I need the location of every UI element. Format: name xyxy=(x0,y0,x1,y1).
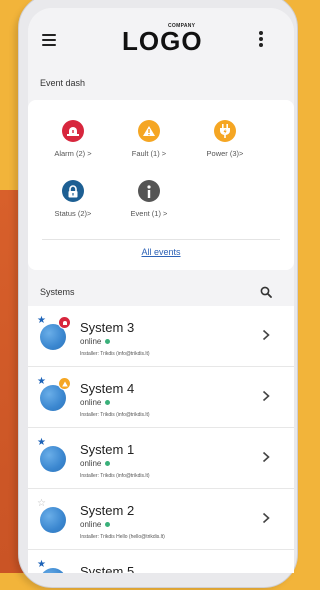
info-icon xyxy=(138,180,160,202)
system-status: online xyxy=(80,398,111,407)
system-name: System 3 xyxy=(80,320,135,335)
system-name: System 2 xyxy=(80,503,135,518)
online-dot xyxy=(105,522,111,528)
system-status: online xyxy=(80,520,111,529)
search-icon[interactable] xyxy=(260,285,272,298)
event-status[interactable]: Status (2)> xyxy=(38,180,108,218)
system-row[interactable]: ★ System 5 xyxy=(28,550,294,573)
event-dash-card: Alarm (2) > Fault (1) > Power (3)> Statu… xyxy=(28,100,294,270)
system-status: online xyxy=(80,337,111,346)
online-dot xyxy=(105,339,111,345)
system-status: online xyxy=(80,459,111,468)
system-avatar xyxy=(40,446,66,472)
event-event-label: Event (1) > xyxy=(130,209,168,218)
event-fault-label: Fault (1) > xyxy=(131,149,167,158)
star-outline-icon[interactable]: ☆ xyxy=(37,499,46,509)
event-dash-title: Event dash xyxy=(40,78,86,88)
event-status-label: Status (2)> xyxy=(54,209,92,218)
star-filled-icon[interactable]: ★ xyxy=(37,316,46,326)
system-installer: Installer: Trikdis (info@trikdis.lt) xyxy=(80,473,150,479)
star-filled-icon[interactable]: ★ xyxy=(37,438,46,448)
all-events-link[interactable]: All events xyxy=(28,247,294,257)
app-screen: LOGO COMPANY Event dash Alarm (2) > Faul… xyxy=(28,8,294,573)
system-installer: Installer: Trikdis (info@trikdis.lt) xyxy=(80,412,150,418)
vertical-dots-icon[interactable] xyxy=(259,31,263,49)
event-power[interactable]: Power (3)> xyxy=(190,120,260,158)
system-avatar xyxy=(40,507,66,533)
systems-title: Systems xyxy=(40,287,75,297)
system-name: System 5 xyxy=(80,564,135,573)
hamburger-menu-icon[interactable] xyxy=(42,34,56,46)
star-filled-icon[interactable]: ★ xyxy=(37,377,46,387)
online-dot xyxy=(105,461,111,467)
system-row[interactable]: ★ System 4 online Installer: Trikdis (in… xyxy=(28,367,294,428)
system-name: System 4 xyxy=(80,381,135,396)
event-fault[interactable]: Fault (1) > xyxy=(114,120,184,158)
padlock-icon xyxy=(62,180,84,202)
systems-list: ★ System 3 online Installer: Trikdis (in… xyxy=(28,306,294,573)
event-power-label: Power (3)> xyxy=(206,149,244,158)
logo-subtext: COMPANY xyxy=(168,23,196,29)
system-installer: Installer: Trikdis (info@trikdis.lt) xyxy=(80,351,150,357)
chevron-right-icon[interactable] xyxy=(262,328,270,341)
warning-triangle-icon xyxy=(138,120,160,142)
chevron-right-icon[interactable] xyxy=(262,389,270,402)
fault-badge-icon xyxy=(58,377,71,390)
system-name: System 1 xyxy=(80,442,135,457)
systems-header: Systems xyxy=(28,276,294,306)
divider xyxy=(42,239,280,240)
alarm-siren-icon xyxy=(62,120,84,142)
alarm-badge-icon xyxy=(58,316,71,329)
chevron-right-icon[interactable] xyxy=(262,450,270,463)
event-event[interactable]: Event (1) > xyxy=(114,180,184,218)
system-row[interactable]: ★ System 1 online Installer: Trikdis (in… xyxy=(28,428,294,489)
system-row[interactable]: ★ System 3 online Installer: Trikdis (in… xyxy=(28,306,294,367)
chevron-right-icon[interactable] xyxy=(262,511,270,524)
system-installer: Installer: Trikdis Hello (hello@trikdis.… xyxy=(80,534,165,540)
system-row[interactable]: ☆ System 2 online Installer: Trikdis Hel… xyxy=(28,489,294,550)
event-alarm[interactable]: Alarm (2) > xyxy=(38,120,108,158)
top-bar: LOGO COMPANY xyxy=(28,8,294,68)
online-dot xyxy=(105,400,111,406)
power-plug-icon xyxy=(214,120,236,142)
star-filled-icon[interactable]: ★ xyxy=(37,560,46,570)
event-alarm-label: Alarm (2) > xyxy=(54,149,92,158)
logo: LOGO xyxy=(122,26,203,56)
